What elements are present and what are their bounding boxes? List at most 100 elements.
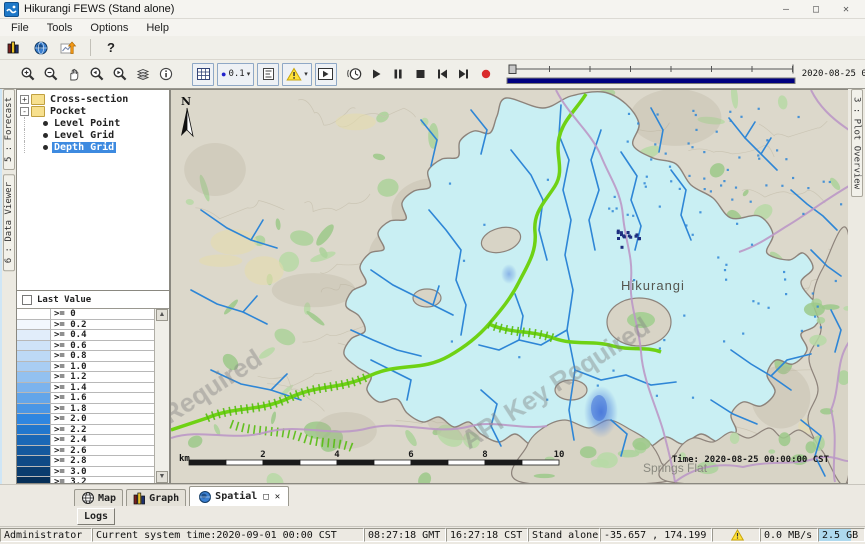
legend-row[interactable]: >= 1.8 bbox=[17, 404, 155, 415]
legend-row[interactable]: >= 1.6 bbox=[17, 393, 155, 404]
close-button[interactable]: ✕ bbox=[831, 4, 861, 15]
left-panel: + Cross-section - Pocket Level Point Lev… bbox=[16, 89, 170, 484]
class-break-value: 0.1 bbox=[228, 69, 244, 79]
tab-close-icon[interactable]: ✕ bbox=[275, 492, 280, 502]
zoom-out-icon[interactable] bbox=[41, 63, 61, 85]
legend-row[interactable]: >= 0.2 bbox=[17, 320, 155, 331]
legend-row[interactable]: >= 0 bbox=[17, 309, 155, 320]
menu-tools[interactable]: Tools bbox=[38, 21, 82, 35]
tree-expander[interactable]: - bbox=[20, 107, 29, 116]
legend-label: >= 2.0 bbox=[51, 414, 87, 424]
movie-player-button[interactable] bbox=[315, 63, 337, 86]
legend-scrollbar[interactable]: ▲ ▼ bbox=[154, 309, 169, 483]
tab-map[interactable]: Map bbox=[74, 489, 123, 506]
tree-item-cross-section[interactable]: + Cross-section bbox=[20, 93, 169, 105]
legend-label: >= 2.6 bbox=[51, 446, 87, 456]
tree-item-level-grid[interactable]: Level Grid bbox=[20, 129, 169, 141]
import-timeseries-icon[interactable] bbox=[58, 37, 78, 59]
skip-to-end-button[interactable] bbox=[455, 63, 474, 85]
legend-row[interactable]: >= 2.4 bbox=[17, 435, 155, 446]
timeline-thumb[interactable] bbox=[509, 65, 516, 74]
bottom-tab-bar: Map Graph Spatial □ ✕ bbox=[0, 484, 865, 506]
zoom-previous-icon[interactable] bbox=[87, 63, 107, 85]
play-button[interactable] bbox=[367, 63, 386, 85]
globe-icon bbox=[198, 490, 212, 504]
north-label: N bbox=[181, 95, 191, 108]
map-view[interactable]: API Key Required API Key Required Hikura… bbox=[170, 89, 848, 484]
globe-icon[interactable] bbox=[31, 37, 51, 59]
legend-row[interactable]: >= 2.0 bbox=[17, 414, 155, 425]
legend-label: >= 0 bbox=[51, 309, 76, 319]
maximize-button[interactable]: □ bbox=[801, 4, 831, 15]
left-tab-strip: 5 : Forecast 6 : Data Viewer bbox=[0, 89, 16, 484]
class-break-dropdown[interactable]: ● 0.1 ▾ bbox=[217, 63, 254, 86]
legend-label: >= 3.0 bbox=[51, 467, 87, 477]
scroll-down-icon[interactable]: ▼ bbox=[156, 471, 168, 483]
bullet-icon bbox=[43, 121, 48, 126]
legend-row[interactable]: >= 0.4 bbox=[17, 330, 155, 341]
tree-item-pocket[interactable]: - Pocket bbox=[20, 105, 169, 117]
tab-plot-overview[interactable]: 3 : Plot Overview bbox=[851, 89, 863, 197]
legend-label: >= 0.4 bbox=[51, 330, 87, 340]
legend-row[interactable]: >= 2.6 bbox=[17, 446, 155, 457]
tree-expander[interactable]: + bbox=[20, 95, 29, 104]
archive-icon[interactable] bbox=[4, 37, 24, 59]
last-value-checkbox[interactable] bbox=[22, 295, 32, 305]
tree-item-depth-grid[interactable]: Depth Grid bbox=[20, 141, 169, 153]
legend-label: >= 0.6 bbox=[51, 341, 87, 351]
pause-button[interactable] bbox=[389, 63, 408, 85]
timeline-date: 2020-08-25 00:00:00 CST bbox=[802, 69, 865, 79]
minimize-button[interactable]: — bbox=[771, 4, 801, 15]
tab-graph[interactable]: Graph bbox=[126, 489, 186, 506]
legend-swatch bbox=[17, 456, 51, 466]
warning-icon bbox=[731, 529, 744, 541]
tab-data-viewer[interactable]: 6 : Data Viewer bbox=[3, 174, 15, 271]
thresholds-dropdown[interactable]: ▾ bbox=[282, 63, 312, 86]
wireframe-globe-icon bbox=[81, 491, 95, 505]
tab-maximize-icon[interactable]: □ bbox=[263, 492, 268, 502]
zoom-next-icon[interactable] bbox=[110, 63, 130, 85]
legend-swatch bbox=[17, 330, 51, 340]
scroll-up-icon[interactable]: ▲ bbox=[156, 309, 168, 321]
main-content: 5 : Forecast 6 : Data Viewer + Cross-sec… bbox=[0, 89, 865, 484]
legend-toggle-button[interactable] bbox=[257, 63, 279, 86]
menu-file[interactable]: File bbox=[2, 21, 38, 35]
time-navigator-icon[interactable] bbox=[344, 63, 364, 85]
legend-row[interactable]: >= 1.4 bbox=[17, 383, 155, 394]
skip-to-start-button[interactable] bbox=[433, 63, 452, 85]
legend-row[interactable]: >= 1.0 bbox=[17, 362, 155, 373]
tab-forecast[interactable]: 5 : Forecast bbox=[3, 89, 15, 170]
menu-help[interactable]: Help bbox=[137, 21, 178, 35]
right-tab-strip: 3 : Plot Overview bbox=[848, 89, 865, 484]
legend-row[interactable]: >= 3.2 bbox=[17, 477, 155, 483]
tab-spatial[interactable]: Spatial □ ✕ bbox=[189, 486, 289, 506]
legend-swatch bbox=[17, 383, 51, 393]
legend-row[interactable]: >= 0.6 bbox=[17, 341, 155, 352]
main-toolbar: ? bbox=[0, 36, 865, 60]
zoom-in-icon[interactable] bbox=[18, 63, 38, 85]
status-warning[interactable] bbox=[712, 528, 760, 542]
pan-hand-icon[interactable] bbox=[64, 63, 84, 85]
legend-row[interactable]: >= 2.2 bbox=[17, 425, 155, 436]
folder-icon bbox=[31, 94, 45, 105]
record-button[interactable] bbox=[477, 63, 496, 85]
grid-display-button[interactable] bbox=[192, 63, 214, 86]
legend-row[interactable]: >= 3.0 bbox=[17, 467, 155, 478]
legend-row[interactable]: >= 1.2 bbox=[17, 372, 155, 383]
legend-row[interactable]: >= 0.8 bbox=[17, 351, 155, 362]
legend-swatch bbox=[17, 393, 51, 403]
info-icon[interactable] bbox=[156, 63, 176, 85]
help-button[interactable]: ? bbox=[103, 40, 119, 55]
chevron-down-icon: ▾ bbox=[247, 70, 251, 78]
layers-icon[interactable] bbox=[133, 63, 153, 85]
legend-label: >= 1.6 bbox=[51, 393, 87, 403]
timeline-slider[interactable] bbox=[505, 61, 797, 87]
stop-button[interactable] bbox=[411, 63, 430, 85]
tree-item-level-point[interactable]: Level Point bbox=[20, 117, 169, 129]
map-canvas[interactable]: API Key Required API Key Required Hikura… bbox=[171, 90, 848, 483]
logs-button[interactable]: Logs bbox=[77, 508, 115, 525]
legend-label: >= 2.8 bbox=[51, 456, 87, 466]
title-bar: Hikurangi FEWS (Stand alone) — □ ✕ bbox=[0, 0, 865, 19]
menu-options[interactable]: Options bbox=[81, 21, 137, 35]
legend-row[interactable]: >= 2.8 bbox=[17, 456, 155, 467]
